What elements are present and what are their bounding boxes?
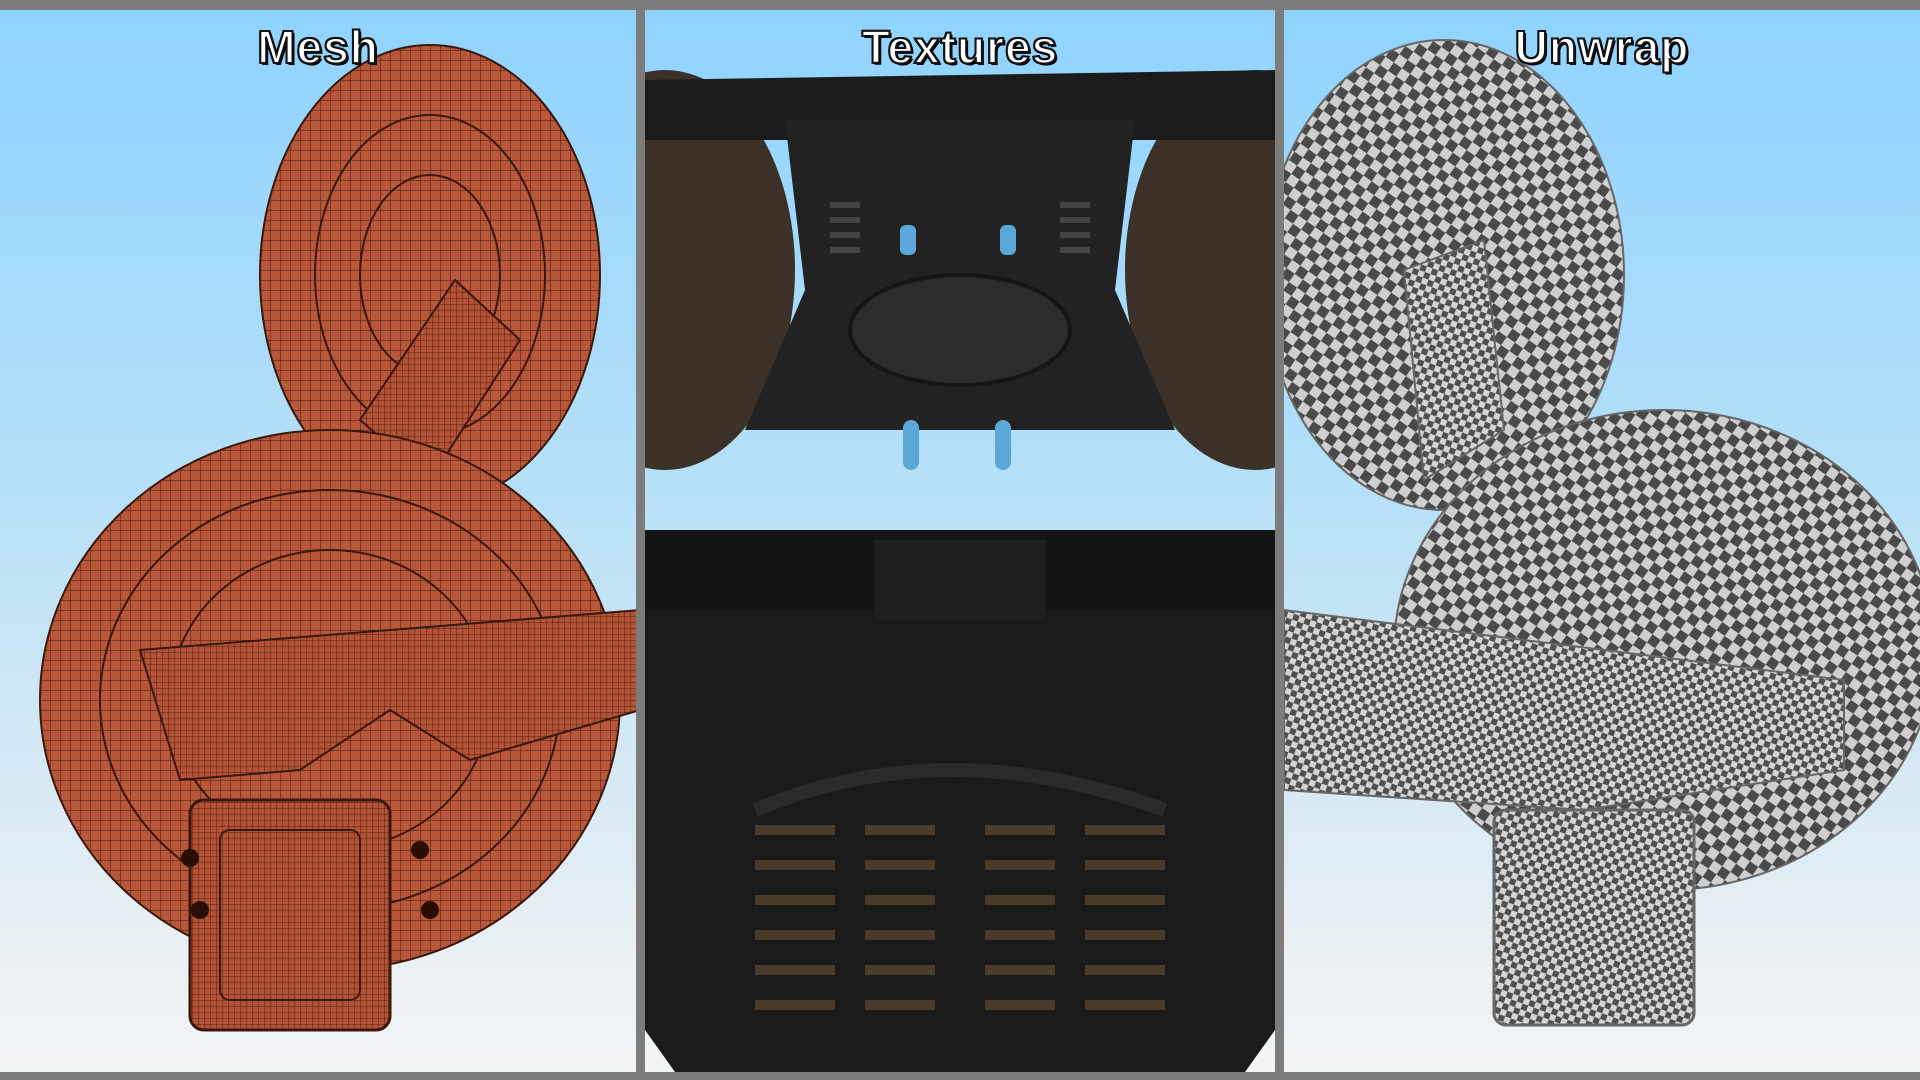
panel-title-mesh: Mesh: [256, 20, 379, 74]
axle-box-checker: [1492, 808, 1696, 1027]
center-plate: [848, 273, 1072, 387]
panel-title-textures: Textures: [861, 20, 1059, 74]
lower-body: [645, 600, 1275, 1072]
panel-mesh: Mesh: [0, 10, 636, 1072]
wireframe-bogie-render: [39, 44, 636, 1032]
uv-checker-render: [1284, 39, 1920, 1027]
panel-title-unwrap: Unwrap: [1514, 20, 1690, 74]
panel-textures: Textures: [645, 10, 1275, 1072]
panel-unwrap: Unwrap: [1284, 10, 1920, 1072]
textured-bogie-render: [645, 70, 1275, 1072]
comparison-frame: Mesh Textures Unwrap: [0, 0, 1920, 1080]
